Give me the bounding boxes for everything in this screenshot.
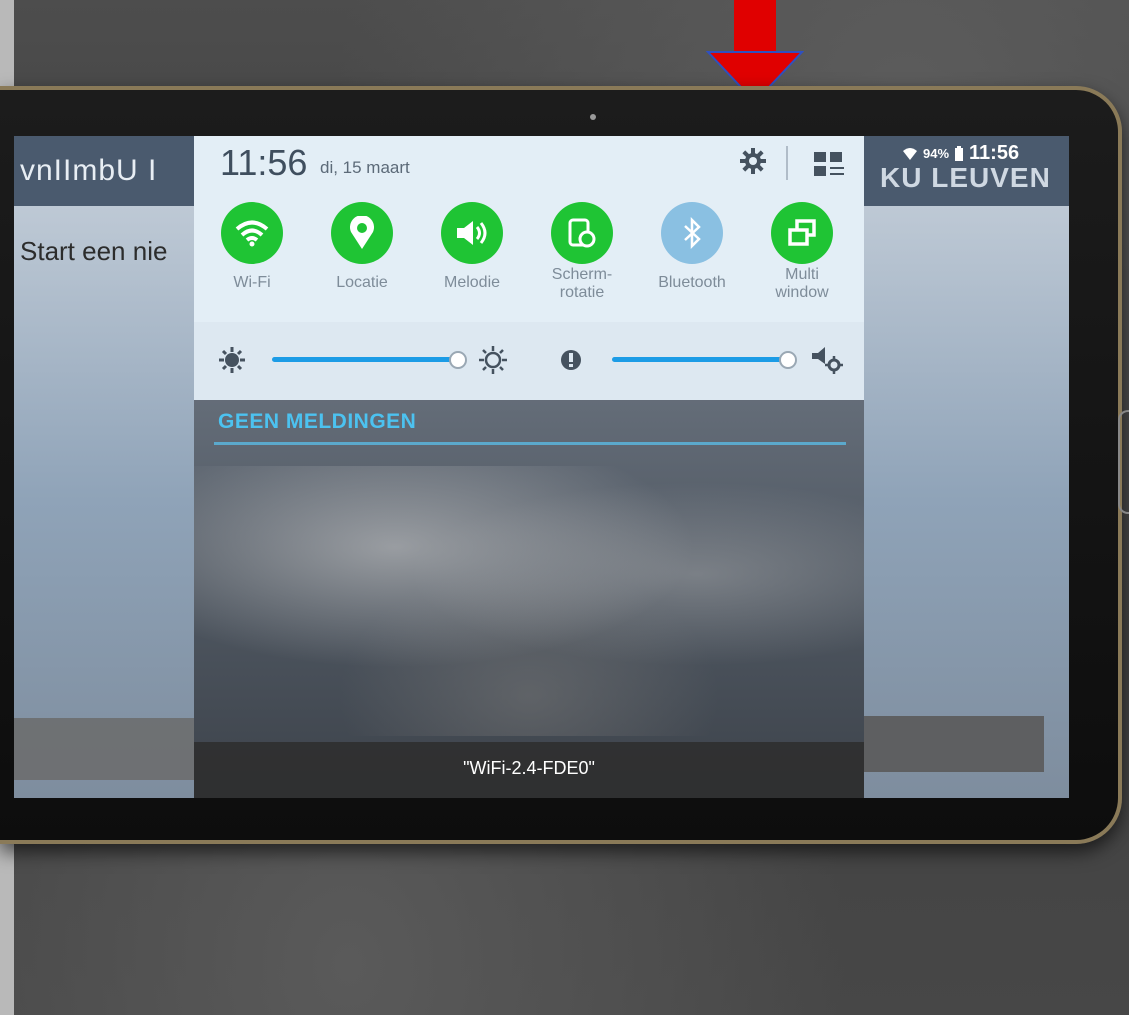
notification-panel: 11:56 di, 15 maart Wi-Fi Locatie Melodie… — [194, 136, 864, 798]
wifi-icon — [235, 220, 269, 247]
tile-screen-rotation[interactable]: Scherm- rotatie — [532, 202, 632, 302]
tile-multi-window[interactable]: Multi window — [752, 202, 852, 302]
wifi-toast: "WiFi-2.4-FDE0" — [194, 742, 864, 798]
battery-percentage: 94% — [923, 146, 950, 161]
tile-rotation-circle — [551, 202, 613, 264]
location-pin-icon — [350, 216, 374, 249]
wifi-icon — [903, 147, 917, 160]
tile-melodie[interactable]: Melodie — [422, 202, 522, 292]
tile-wifi[interactable]: Wi-Fi — [202, 202, 302, 292]
tile-location-circle — [331, 202, 393, 264]
battery-icon — [955, 145, 964, 161]
no-notifications-header: GEEN MELDINGEN — [218, 410, 417, 433]
tile-multi-window-label: Multi window — [775, 266, 829, 301]
left-app-header: vnIImbU I — [14, 136, 204, 206]
screen-rotation-icon — [568, 218, 596, 248]
tile-wifi-label: Wi-Fi — [233, 274, 271, 291]
panel-date: di, 15 maart — [320, 158, 410, 177]
notifications-divider — [214, 442, 846, 445]
brightness-slider-thumb[interactable] — [449, 351, 467, 369]
tile-location-label: Locatie — [336, 274, 388, 291]
tile-wifi-circle — [221, 202, 283, 264]
left-app-text[interactable]: Start een nie — [20, 236, 167, 267]
right-app-bottom-bar — [864, 716, 1044, 772]
tile-melodie-label: Melodie — [443, 274, 501, 291]
tile-bluetooth-label: Bluetooth — [658, 274, 726, 291]
tile-location[interactable]: Locatie — [312, 202, 412, 292]
slider-row — [194, 322, 864, 400]
tile-rotation-label: Scherm- rotatie — [551, 266, 613, 301]
left-app-title: vnIImbU I — [20, 154, 158, 187]
volume-slider-track[interactable] — [612, 357, 783, 362]
brightness-high-icon[interactable] — [478, 345, 508, 375]
tile-bluetooth[interactable]: Bluetooth — [642, 202, 742, 292]
tile-bluetooth-circle — [661, 202, 723, 264]
tablet-screen: vnIImbU I Start een nie 94% 11:56 KU LEU… — [14, 136, 1069, 798]
screen-reflection — [194, 466, 864, 736]
multi-window-icon — [788, 219, 816, 246]
panel-time: 11:56 — [220, 142, 308, 183]
home-button[interactable] — [1118, 410, 1129, 514]
header-divider — [786, 146, 788, 180]
settings-gear-icon[interactable] — [738, 146, 768, 176]
vibrate-icon[interactable] — [556, 346, 586, 374]
camera-icon — [590, 114, 596, 120]
volume-slider-thumb[interactable] — [779, 351, 797, 369]
tile-multi-window-circle — [771, 202, 833, 264]
brightness-slider-track[interactable] — [272, 357, 453, 362]
brightness-low-icon[interactable] — [218, 346, 246, 374]
bluetooth-icon — [684, 217, 701, 249]
speaker-icon — [457, 221, 487, 245]
edit-grid-icon[interactable] — [812, 150, 846, 180]
ku-leuven-logo: KU LEUVEN — [880, 162, 1051, 193]
tile-melodie-circle — [441, 202, 503, 264]
toast-text: "WiFi-2.4-FDE0" — [463, 758, 595, 778]
sound-settings-icon[interactable] — [810, 344, 844, 374]
quick-settings: 11:56 di, 15 maart Wi-Fi Locatie Melodie… — [194, 136, 864, 400]
left-app-bottom-bar — [14, 718, 199, 780]
